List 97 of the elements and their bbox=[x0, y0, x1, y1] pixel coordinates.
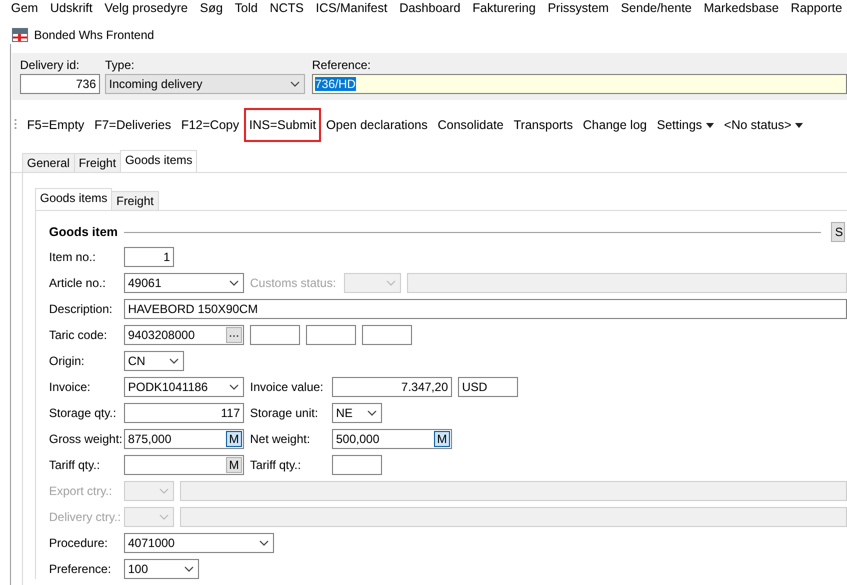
caret-icon bbox=[795, 122, 804, 128]
menu-item[interactable]: Søg bbox=[194, 1, 229, 15]
procedure-dropdown[interactable]: 4071000 bbox=[124, 533, 274, 553]
toolbar-button[interactable]: F12=Copy bbox=[176, 114, 244, 136]
field-label: Export ctry.: bbox=[49, 484, 114, 498]
menu-item[interactable]: Rapporte bbox=[784, 1, 847, 15]
toolbar-grip-icon bbox=[14, 118, 17, 132]
more-icon[interactable] bbox=[226, 327, 242, 343]
storage-qty-field[interactable]: 117 bbox=[124, 403, 244, 423]
chevron-down-icon bbox=[184, 566, 194, 572]
app-icon bbox=[12, 28, 28, 42]
field-label: Taric code: bbox=[49, 328, 108, 342]
toolbar-button[interactable]: Transports bbox=[508, 114, 578, 136]
field-label: Reference: bbox=[312, 58, 372, 72]
menu-item[interactable]: ICS/Manifest bbox=[310, 1, 394, 15]
menu-item[interactable]: NCTS bbox=[264, 1, 310, 15]
menu-item[interactable]: Prissystem bbox=[542, 1, 615, 15]
country-dropdown[interactable] bbox=[124, 481, 174, 501]
field-label: Delivery ctry.: bbox=[49, 510, 118, 524]
chevron-down-icon bbox=[169, 358, 179, 364]
storage-unit-dropdown[interactable]: NE bbox=[332, 403, 382, 423]
tariff-qty-field[interactable] bbox=[332, 455, 382, 475]
window-title: Bonded Whs Frontend bbox=[34, 28, 154, 42]
chevron-down-icon bbox=[290, 81, 300, 87]
toolbar-dropdown[interactable]: Settings bbox=[652, 114, 720, 136]
currency-field[interactable]: USD bbox=[458, 377, 518, 397]
description-field[interactable]: HAVEBORD 150X90CM bbox=[124, 299, 847, 319]
article-no-dropdown[interactable]: 49061 bbox=[124, 273, 244, 293]
tab[interactable]: General bbox=[22, 153, 75, 172]
toolbar-button[interactable]: Change log bbox=[578, 114, 652, 136]
menu-item[interactable]: Markedsbase bbox=[698, 1, 785, 15]
field-label: Net weight: bbox=[250, 432, 312, 446]
m-button[interactable]: M bbox=[434, 431, 450, 447]
country-name-field[interactable] bbox=[180, 507, 847, 527]
toolbar-button[interactable]: Open declarations bbox=[321, 114, 433, 136]
tariff-qty-field[interactable]: M bbox=[124, 455, 244, 475]
field-label: Article no.: bbox=[49, 276, 107, 290]
field-label: Invoice: bbox=[49, 380, 92, 394]
field-label: Customs status: bbox=[250, 276, 338, 290]
toolbar-dropdown[interactable]: <No status> bbox=[719, 114, 808, 136]
field-label: Tariff qty.: bbox=[49, 458, 101, 472]
toolbar-button[interactable]: INS=Submit bbox=[244, 108, 322, 142]
invoice-value-field[interactable]: 7.347,20 bbox=[332, 377, 452, 397]
tab[interactable]: Freight bbox=[74, 153, 122, 172]
field-label: Storage unit: bbox=[250, 406, 320, 420]
preference-dropdown[interactable]: 100 bbox=[124, 559, 199, 579]
menu-item[interactable]: Dashboard bbox=[393, 1, 466, 15]
item-no-field[interactable]: 1 bbox=[124, 247, 174, 267]
tab[interactable]: Freight bbox=[111, 191, 159, 210]
customs-status-dropdown[interactable] bbox=[344, 273, 401, 293]
menu-item[interactable]: Velg prosedyre bbox=[98, 1, 194, 15]
customs-status-field[interactable] bbox=[407, 273, 847, 293]
menu-item[interactable]: Fakturering bbox=[466, 1, 542, 15]
field-label: Preference: bbox=[49, 562, 112, 576]
chevron-down-icon bbox=[386, 280, 396, 286]
chevron-down-icon bbox=[159, 488, 169, 494]
reference-field[interactable]: 736/HD bbox=[312, 74, 847, 94]
chevron-down-icon bbox=[367, 410, 377, 416]
menu-item[interactable]: Sende/hente bbox=[614, 1, 698, 15]
field-label: Storage qty.: bbox=[49, 406, 118, 420]
field-label: Tariff qty.: bbox=[250, 458, 302, 472]
field-label: Description: bbox=[49, 302, 114, 316]
field-label: Invoice value: bbox=[250, 380, 324, 394]
country-dropdown[interactable] bbox=[124, 507, 174, 527]
chevron-down-icon bbox=[159, 514, 169, 520]
taric-extra-field[interactable] bbox=[362, 325, 412, 345]
invoice-dropdown[interactable]: PODK1041186 bbox=[124, 377, 244, 397]
gross-weight-field[interactable]: 875,000 M bbox=[124, 429, 244, 449]
chevron-down-icon bbox=[259, 540, 269, 546]
taric-extra-field[interactable] bbox=[250, 325, 300, 345]
toolbar-button[interactable]: F5=Empty bbox=[22, 114, 90, 136]
menu-item[interactable]: Udskrift bbox=[44, 1, 98, 15]
toolbar-button[interactable]: F7=Deliveries bbox=[89, 114, 176, 136]
taric-code-field[interactable]: 9403208000 bbox=[124, 325, 244, 345]
section-title: Goods item bbox=[49, 225, 118, 239]
toolbar-button[interactable]: Consolidate bbox=[432, 114, 509, 136]
chevron-down-icon bbox=[229, 384, 239, 390]
country-name-field[interactable] bbox=[180, 481, 847, 501]
field-label: Procedure: bbox=[49, 536, 109, 550]
delivery-id-field[interactable]: 736 bbox=[20, 74, 100, 94]
field-label: Type: bbox=[105, 58, 136, 72]
m-button[interactable]: M bbox=[226, 431, 242, 447]
chevron-down-icon bbox=[229, 280, 239, 286]
taric-extra-field[interactable] bbox=[306, 325, 356, 345]
field-label: Origin: bbox=[49, 354, 86, 368]
tab[interactable]: Goods items bbox=[120, 150, 198, 172]
caret-icon bbox=[706, 122, 714, 128]
origin-dropdown[interactable]: CN bbox=[124, 351, 184, 371]
side-button[interactable]: S bbox=[831, 222, 845, 242]
net-weight-field[interactable]: 500,000 M bbox=[332, 429, 452, 449]
tab[interactable]: Goods items bbox=[35, 188, 112, 210]
m-button[interactable]: M bbox=[226, 457, 242, 473]
type-dropdown[interactable]: Incoming delivery bbox=[105, 74, 305, 94]
field-label: Item no.: bbox=[49, 250, 97, 264]
menu-item[interactable]: Told bbox=[228, 1, 264, 15]
menu-item[interactable]: Gem bbox=[5, 1, 44, 15]
field-label: Delivery id: bbox=[20, 58, 80, 72]
